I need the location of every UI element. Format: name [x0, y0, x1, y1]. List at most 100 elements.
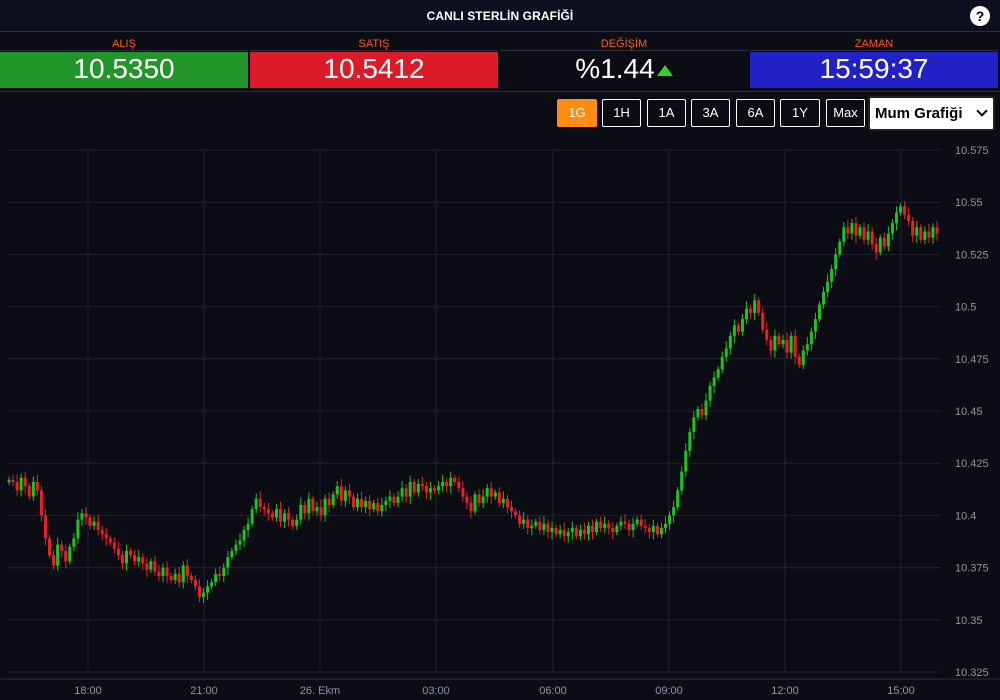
candle-body	[23, 477, 27, 487]
candle-body	[197, 586, 201, 597]
candle-body	[919, 227, 923, 240]
candle-body	[43, 515, 47, 539]
candle-body	[582, 530, 586, 535]
candle-body	[173, 573, 177, 581]
candle-body	[586, 525, 590, 535]
candle-body	[185, 565, 189, 576]
candle-body	[854, 223, 858, 236]
candle-body	[712, 377, 716, 386]
buy-value: 10.5350	[73, 53, 175, 84]
candle-body	[295, 519, 299, 526]
candle-body	[749, 308, 753, 313]
candle-body	[262, 507, 266, 510]
range-button-1y[interactable]: 1Y	[780, 99, 820, 127]
range-button-max[interactable]: Max	[826, 99, 865, 127]
candle-body	[206, 586, 210, 593]
y-tick-label: 10.325	[955, 667, 989, 679]
change-label: DEĞİŞİM	[600, 38, 648, 50]
candle-body	[830, 269, 834, 282]
candle-body	[80, 513, 84, 520]
candle-body	[773, 335, 777, 351]
candle-body	[120, 555, 124, 564]
candle-body	[303, 504, 307, 514]
candle-body	[886, 233, 890, 247]
candle-body	[635, 519, 639, 524]
candle-body	[116, 548, 120, 556]
candle-body	[655, 525, 659, 535]
time-label: ZAMAN	[854, 38, 894, 50]
chart-grid	[0, 149, 1000, 680]
candle-body	[39, 490, 43, 516]
candle-body	[15, 481, 19, 491]
candle-body	[907, 214, 911, 221]
candle-body	[339, 486, 343, 501]
change-value: %1.44	[575, 53, 655, 84]
candle-body	[76, 519, 80, 539]
range-button-1h[interactable]: 1H	[602, 99, 641, 127]
candle-body	[311, 498, 315, 512]
chart-type-select[interactable]: Mum Grafiği	[868, 96, 995, 131]
candle-body	[343, 490, 347, 501]
x-axis: 18:00 21:00 26. Ekm 03:00 06:00 09:00 12:00 15:…	[74, 685, 915, 697]
candle-body	[672, 507, 676, 516]
candle-body	[112, 542, 116, 549]
candle-body	[501, 498, 505, 503]
candle-body	[64, 550, 68, 562]
candle-body	[481, 496, 485, 503]
candle-body	[7, 479, 11, 482]
candle-body	[813, 319, 817, 332]
candle-body	[149, 561, 153, 570]
candle-body	[246, 523, 250, 531]
candle-body	[11, 479, 15, 482]
candle-body	[647, 527, 651, 533]
time-value: 15:59:37	[819, 53, 929, 84]
candle-body	[931, 227, 935, 238]
range-button-6a[interactable]: 6A	[736, 99, 775, 127]
candle-body	[809, 331, 813, 345]
candle-body	[805, 344, 809, 351]
candle-body	[202, 592, 206, 597]
candle-body	[372, 502, 376, 510]
candle-body	[668, 515, 672, 524]
candle-body	[408, 481, 412, 497]
candle-body	[562, 530, 566, 537]
candle-body	[27, 486, 31, 497]
candle-body	[258, 498, 262, 508]
candle-body	[108, 538, 112, 543]
candle-body	[781, 340, 785, 345]
candle-body	[842, 227, 846, 242]
candle-body	[242, 530, 246, 541]
candle-body	[822, 291, 826, 305]
candle-body	[279, 509, 283, 522]
candle-body	[639, 519, 643, 526]
candlestick-chart[interactable]: 10.575 10.55 10.525 10.5 10.475 10.45 10.425 10…	[0, 136, 1000, 700]
candle-body	[274, 509, 278, 518]
candle-body	[497, 492, 501, 503]
y-tick-label: 10.525	[955, 249, 989, 261]
candle-body	[153, 561, 157, 572]
range-button-1a[interactable]: 1A	[647, 99, 686, 127]
candle-body	[753, 300, 757, 313]
candle-body	[509, 507, 513, 512]
candle-body	[35, 481, 39, 491]
candle-body	[574, 527, 578, 537]
candle-body	[469, 502, 473, 512]
candle-body	[923, 231, 927, 240]
candle-body	[307, 498, 311, 514]
range-button-1g[interactable]: 1G	[557, 99, 597, 127]
candle-body	[266, 509, 270, 514]
range-button-3a[interactable]: 3A	[691, 99, 730, 127]
candle-body	[129, 550, 133, 556]
chevron-down-icon	[976, 105, 988, 117]
candle-body	[615, 525, 619, 533]
candle-body	[514, 511, 518, 516]
candle-body	[757, 300, 761, 313]
help-icon[interactable]: ?	[970, 6, 990, 26]
candle-body	[323, 498, 327, 516]
y-axis: 10.575 10.55 10.525 10.5 10.475 10.45 10.425 10…	[955, 145, 989, 679]
candle-body	[692, 417, 696, 432]
candle-body	[189, 575, 193, 581]
candle-body	[31, 481, 35, 497]
candle-body	[161, 567, 165, 576]
candle-body	[141, 557, 145, 564]
